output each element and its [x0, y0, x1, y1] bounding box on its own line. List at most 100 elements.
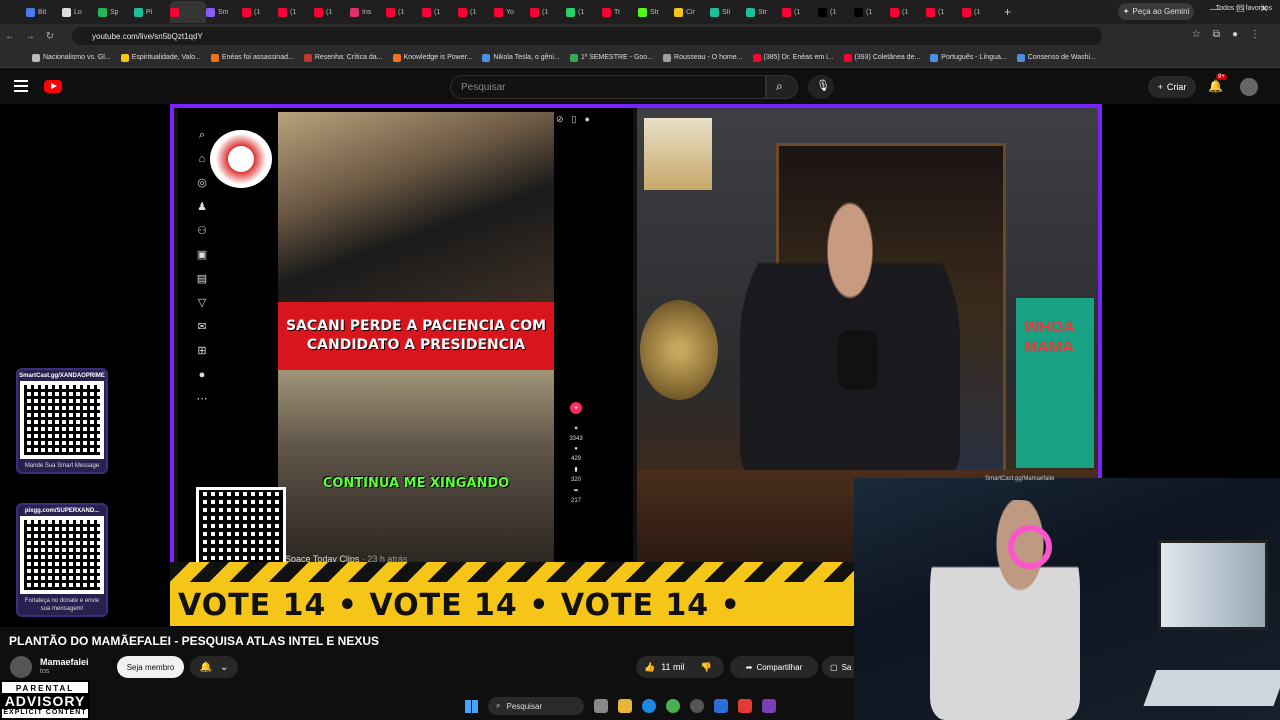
all-bookmarks[interactable]: Todos os favoritos — [1216, 5, 1272, 12]
bookmark-item[interactable]: 1º SEMESTRE - Goo... — [569, 53, 653, 62]
donate-card-title: SmartCast.gg/XANDAOPRIME — [19, 373, 105, 379]
thumbs-down-icon[interactable]: 👎 — [701, 662, 712, 673]
browser-tab[interactable]: Str — [638, 1, 674, 23]
tab-label: Cir — [686, 8, 695, 16]
bookmark-item[interactable]: (385) Dr. Enéas em i... — [752, 53, 834, 62]
back-icon[interactable]: ← — [0, 31, 20, 42]
bookmark-item[interactable]: Espiritualidade, Valo... — [120, 53, 201, 62]
reload-icon[interactable]: ↻ — [40, 31, 60, 42]
bookmark-favicon-icon — [210, 53, 219, 62]
messages-icon: ✉ — [197, 321, 207, 333]
subscription-bell-button[interactable]: 🔔 ⌄ — [190, 656, 238, 678]
edge-icon[interactable] — [642, 699, 656, 713]
browser-tab[interactable]: (1 — [782, 1, 818, 23]
browser-tab[interactable]: (1 — [854, 1, 890, 23]
tab-label: Str — [758, 8, 767, 16]
save-label: Sa — [841, 662, 852, 672]
mic-icon: 🎙 — [816, 80, 830, 92]
task-view-icon[interactable] — [594, 699, 608, 713]
hamburger-menu-icon[interactable] — [14, 80, 28, 92]
bookmark-item[interactable]: Enéas foi assassinad... — [210, 53, 294, 62]
browser-menu-icon[interactable]: ⋮ — [1250, 29, 1260, 40]
bookmark-label: Resenha: Crítica da... — [314, 54, 383, 61]
bookmark-label: Consenso de Washi... — [1027, 54, 1096, 61]
search-button[interactable]: ⌕ — [766, 75, 798, 99]
browser-tab[interactable]: (1 — [890, 1, 926, 23]
channel-avatar[interactable] — [10, 656, 32, 678]
bookmark-favicon-icon — [482, 53, 491, 62]
browser-tab[interactable]: (1 — [242, 1, 278, 23]
channel-name[interactable]: Mamaefalei — [40, 657, 89, 667]
browser-tab[interactable]: Sti — [710, 1, 746, 23]
browser-tab[interactable]: Yo — [494, 1, 530, 23]
browser-tab[interactable]: (1 — [962, 1, 998, 23]
streaming-app-icon[interactable] — [762, 699, 776, 713]
voice-search-button[interactable]: 🎙 — [808, 75, 834, 99]
tab-favicon-icon — [170, 7, 179, 17]
share-label: Compartilhar — [756, 662, 803, 672]
gemini-icon: ✦ — [1122, 7, 1130, 16]
bookmark-item[interactable]: Nacionalismo vs. Gl... — [32, 53, 111, 62]
browser-tab[interactable]: (1 — [458, 1, 494, 23]
url-field[interactable]: youtube.com/live/sn5bQzt1qdY — [72, 27, 1102, 45]
browser-tab[interactable]: (1 — [530, 1, 566, 23]
share-button[interactable]: ➦ Compartilhar — [730, 656, 818, 678]
upload-icon: ▤ — [196, 273, 208, 285]
new-tab-button[interactable]: + — [1004, 5, 1018, 19]
tiktok-sidebar: ⌕ ⌂ ◎ ♟ ⚇ ▣ ▤ ▽ ✉ ⊞ ● ⋯ — [188, 128, 216, 468]
search-input[interactable]: Pesquisar — [450, 75, 766, 99]
browser-tab[interactable]: (1 — [278, 1, 314, 23]
tab-label: (1 — [290, 8, 297, 16]
chrome-icon[interactable] — [666, 699, 680, 713]
bookmark-item[interactable]: (393) Coletânea de... — [843, 53, 920, 62]
bookmark-item[interactable]: Knowledge is Power... — [392, 53, 472, 62]
extensions-icon[interactable]: ⧉ — [1213, 29, 1220, 40]
url-text: youtube.com/live/sn5bQzt1qdY — [92, 31, 203, 41]
browser-tab[interactable]: Tr — [602, 1, 638, 23]
profile-icon[interactable]: ● — [1232, 29, 1238, 40]
browser-tab[interactable]: Cir — [674, 1, 710, 23]
save-button[interactable]: ▢ Sa — [822, 656, 854, 678]
browser-tab[interactable]: Str — [746, 1, 782, 23]
browser-tab[interactable]: (1 — [422, 1, 458, 23]
tab-favicon-icon — [458, 7, 467, 17]
browser-tab[interactable]: (1 — [566, 1, 602, 23]
ask-gemini-button[interactable]: ✦ Peça ao Gemini — [1118, 3, 1194, 20]
tab-favicon-icon — [494, 7, 503, 17]
tab-favicon-icon — [278, 7, 287, 17]
settings-icon[interactable] — [690, 699, 704, 713]
tab-label: Tr — [614, 8, 621, 16]
bookmark-item[interactable]: Consenso de Washi... — [1016, 53, 1096, 62]
browser-tab[interactable]: (1 — [926, 1, 962, 23]
like-button[interactable]: 👍 11 mil 👎 — [636, 656, 724, 678]
create-button[interactable]: + Criar — [1148, 76, 1196, 98]
youtube-logo-icon[interactable] — [44, 80, 62, 93]
file-explorer-icon[interactable] — [618, 699, 632, 713]
bookmark-item[interactable]: Nikola Tesla, o gêni... — [482, 53, 560, 62]
bookmark-item[interactable]: Rousseau - O home... — [663, 53, 743, 62]
browser-tab[interactable]: Lo — [62, 1, 98, 23]
browser-tab[interactable]: Bit — [26, 1, 62, 23]
forward-icon[interactable]: → — [20, 31, 40, 42]
windows-start-icon[interactable] — [465, 699, 478, 713]
bookmark-item[interactable]: Resenha: Crítica da... — [303, 53, 383, 62]
record-app-icon[interactable] — [738, 699, 752, 713]
account-avatar[interactable] — [1240, 78, 1258, 96]
browser-tab[interactable]: Sp — [98, 1, 134, 23]
taskbar-search[interactable]: ⌕ Pesquisar — [488, 697, 584, 715]
notifications-icon[interactable]: 🔔 — [1208, 79, 1223, 93]
browser-tab[interactable] — [170, 1, 206, 23]
browser-tab[interactable]: (1 — [818, 1, 854, 23]
browser-tab[interactable]: Ins — [350, 1, 386, 23]
join-button[interactable]: Seja membro — [117, 656, 184, 678]
browser-tab[interactable]: (1 — [314, 1, 350, 23]
star-icon[interactable]: ☆ — [1192, 29, 1201, 40]
browser-tab[interactable]: Pi — [134, 1, 170, 23]
app-icon[interactable] — [714, 699, 728, 713]
browser-tab[interactable]: (1 — [386, 1, 422, 23]
bookmark-item[interactable]: Português - Língua... — [930, 53, 1007, 62]
qr-code — [20, 381, 104, 459]
monitor — [1158, 540, 1268, 630]
browser-tab[interactable]: Sm — [206, 1, 242, 23]
donate-card-smartcast: SmartCast.gg/XANDAOPRIME Mande Sua Smart… — [16, 368, 108, 474]
